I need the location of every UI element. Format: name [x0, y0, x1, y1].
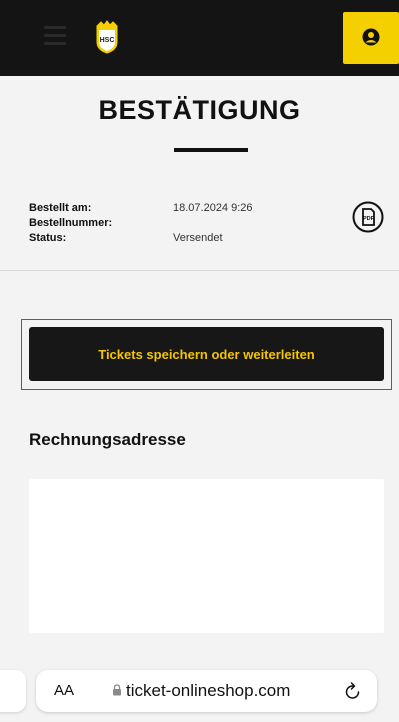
order-date-value: 18.07.2024 9:26	[173, 202, 253, 214]
user-account-button[interactable]	[343, 12, 399, 64]
billing-address-heading: Rechnungsadresse	[29, 430, 186, 449]
order-status-value: Versendet	[173, 232, 223, 244]
title-underline	[174, 148, 248, 152]
order-date-label: Bestellt am:	[29, 202, 92, 214]
pdf-download-icon[interactable]: PDF	[352, 201, 384, 233]
order-status-label: Status:	[29, 232, 67, 244]
order-status-row: Status: Versendet	[29, 232, 399, 247]
hamburger-icon[interactable]	[44, 26, 66, 46]
url-text: ticket-onlineshop.com	[126, 681, 291, 700]
billing-address-card	[29, 479, 384, 633]
hsc-logo[interactable]: HSC	[93, 20, 121, 54]
top-header: HSC	[0, 0, 399, 76]
save-or-forward-tickets-button[interactable]: Tickets speichern oder weiterleiten	[29, 327, 384, 381]
reload-icon[interactable]	[344, 681, 362, 701]
browser-bottom-bar: AA ticket-onlineshop.com	[0, 662, 399, 722]
order-number-label: Bestellnummer:	[29, 217, 113, 229]
section-divider	[0, 270, 399, 271]
order-date-row: Bestellt am: 18.07.2024 9:26	[29, 202, 399, 217]
svg-text:PDF: PDF	[363, 216, 375, 222]
svg-text:HSC: HSC	[100, 37, 115, 44]
address-bar[interactable]: AA ticket-onlineshop.com	[36, 670, 377, 712]
lock-icon	[113, 684, 121, 696]
user-icon	[362, 28, 380, 46]
page-title: BESTÄTIGUNG	[98, 95, 301, 125]
text-size-button[interactable]: AA	[54, 682, 74, 699]
order-number-row: Bestellnummer:	[29, 217, 399, 232]
previous-tab[interactable]	[0, 670, 26, 712]
order-info: Bestellt am: 18.07.2024 9:26 Bestellnumm…	[29, 202, 399, 247]
